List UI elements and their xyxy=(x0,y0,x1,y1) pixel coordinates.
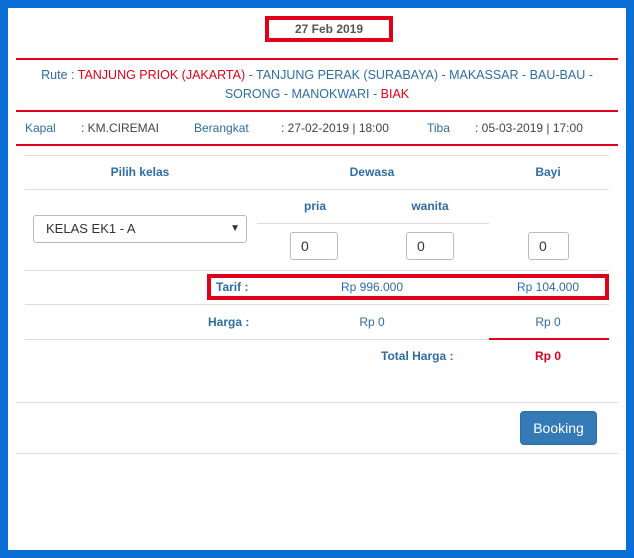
divider xyxy=(16,402,618,403)
total-underline xyxy=(489,338,609,340)
male-quantity-input[interactable]: 0 xyxy=(290,232,338,260)
ship-value: : KM.CIREMAI xyxy=(81,121,160,135)
chevron-down-icon: ▼ xyxy=(230,223,240,234)
depart-label: Berangkat xyxy=(194,121,249,135)
harga-label: Harga : xyxy=(208,315,250,329)
column-header-female: wanita xyxy=(411,199,449,213)
total-value: Rp 0 xyxy=(534,349,561,363)
travel-date: 27 Feb 2019 xyxy=(265,16,393,42)
arrive-label: Tiba xyxy=(427,121,450,135)
column-header-class: Pilih kelas xyxy=(110,165,170,179)
table-line xyxy=(25,155,609,156)
divider xyxy=(16,144,618,146)
route-destination: BIAK xyxy=(380,87,410,101)
divider xyxy=(16,453,618,454)
depart-value: : 27-02-2019 | 18:00 xyxy=(281,121,389,135)
table-line xyxy=(257,223,489,224)
class-select[interactable]: KELAS EK1 - A ▼ xyxy=(33,215,247,243)
arrive-value: : 05-03-2019 | 17:00 xyxy=(475,121,583,135)
harga-adult-value: Rp 0 xyxy=(359,315,385,329)
infant-quantity-input[interactable]: 0 xyxy=(528,232,569,260)
ship-label: Kapal xyxy=(25,121,56,135)
route-origin: TANJUNG PRIOK (JAKARTA) xyxy=(77,68,246,82)
harga-infant-value: Rp 0 xyxy=(535,315,561,329)
route-prefix: Rute : xyxy=(41,68,78,82)
column-header-infant: Bayi xyxy=(535,165,561,179)
table-line xyxy=(25,304,609,305)
tarif-label: Tarif : xyxy=(216,280,249,294)
table-line xyxy=(25,270,609,271)
divider xyxy=(16,58,618,60)
route-info: Rute : TANJUNG PRIOK (JAKARTA) - TANJUNG… xyxy=(28,66,606,104)
total-label: Total Harga : xyxy=(381,349,454,363)
booking-button[interactable]: Booking xyxy=(520,411,597,445)
tarif-infant-value: Rp 104.000 xyxy=(516,280,580,294)
class-select-value: KELAS EK1 - A xyxy=(46,221,136,236)
divider xyxy=(16,110,618,112)
booking-panel: 27 Feb 2019 Rute : TANJUNG PRIOK (JAKART… xyxy=(8,8,626,550)
table-line xyxy=(25,189,609,190)
female-quantity-input[interactable]: 0 xyxy=(406,232,454,260)
column-header-male: pria xyxy=(303,199,326,213)
column-header-adult: Dewasa xyxy=(349,165,395,179)
tarif-adult-value: Rp 996.000 xyxy=(340,280,404,294)
